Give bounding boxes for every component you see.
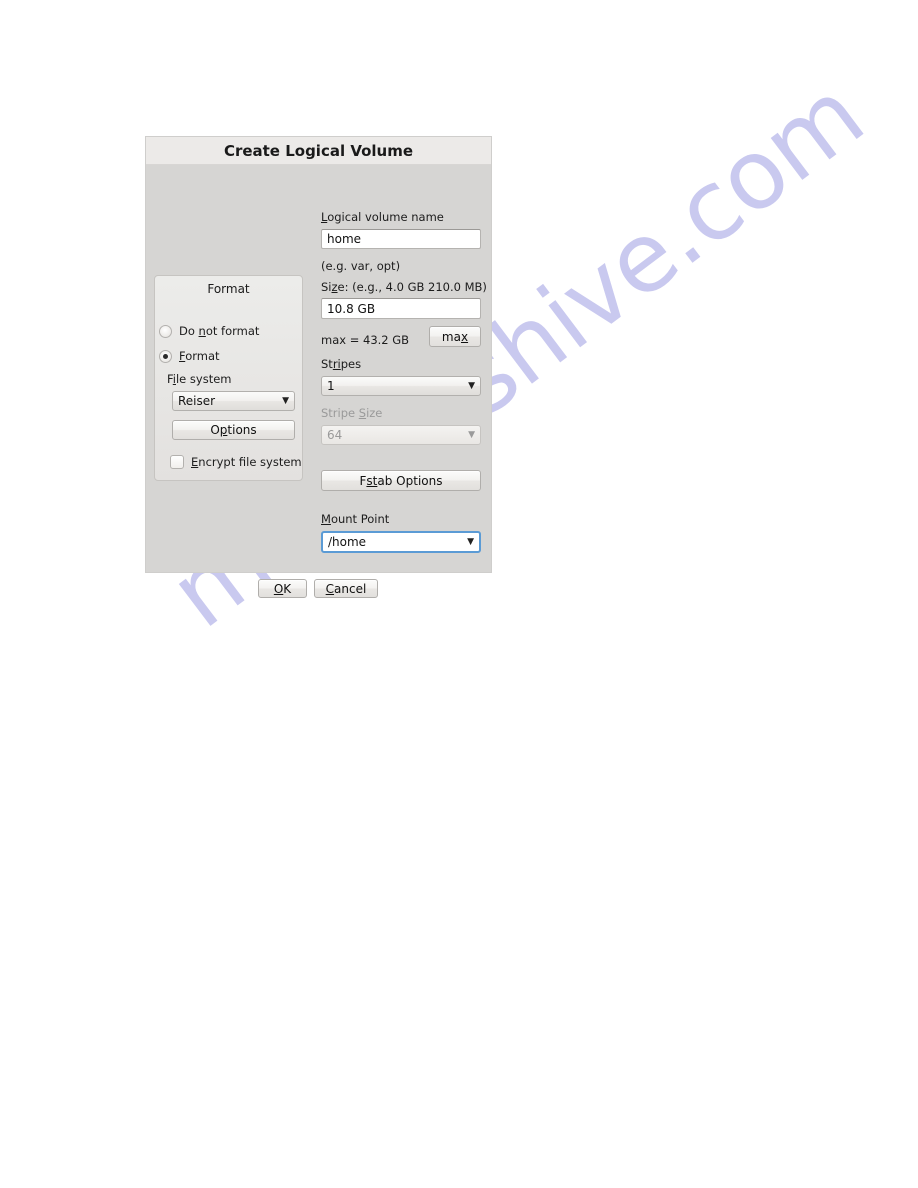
stripe-size-value: 64 xyxy=(327,428,343,442)
options-button-label: Options xyxy=(210,423,257,437)
file-system-label: File system xyxy=(167,372,232,386)
ok-button-label: OK xyxy=(273,581,292,596)
radio-do-not-format-label: Do not format xyxy=(179,324,260,338)
chevron-down-icon: ▼ xyxy=(468,380,475,391)
stripes-select[interactable]: 1 ▼ xyxy=(321,376,481,396)
ok-button[interactable]: OK xyxy=(258,579,307,598)
encrypt-file-system-label: Encrypt file system xyxy=(191,455,302,469)
chevron-down-icon: ▼ xyxy=(282,395,289,406)
fstab-options-button[interactable]: Fstab Options xyxy=(321,470,481,491)
radio-format-label: Format xyxy=(179,349,220,363)
stripe-size-label: Stripe Size xyxy=(321,406,383,420)
cancel-button-label: Cancel xyxy=(325,581,367,596)
max-button[interactable]: max xyxy=(429,326,481,347)
size-input[interactable]: 10.8 GB xyxy=(321,298,481,319)
radio-format[interactable]: Format xyxy=(159,349,220,363)
stripe-size-select: 64 ▼ xyxy=(321,425,481,445)
chevron-down-icon: ▼ xyxy=(467,536,474,547)
lv-name-value: home xyxy=(327,232,362,246)
size-value: 10.8 GB xyxy=(327,301,376,316)
lv-name-input[interactable]: home xyxy=(321,229,481,249)
max-info-label: max = 43.2 GB xyxy=(321,333,410,347)
size-label: Size: (e.g., 4.0 GB 210.0 MB) xyxy=(321,280,487,294)
dialog-title: Create Logical Volume xyxy=(223,141,414,160)
encrypt-file-system-checkbox[interactable]: Encrypt file system xyxy=(170,455,302,469)
fstab-options-label: Fstab Options xyxy=(359,473,443,488)
radio-indicator-icon xyxy=(159,349,172,363)
stripes-label: Stripes xyxy=(321,357,362,371)
create-logical-volume-dialog: Create Logical Volume Format Do not form… xyxy=(145,136,492,598)
mount-point-label: Mount Point xyxy=(321,512,390,526)
max-button-label: max xyxy=(441,329,469,344)
file-system-value: Reiser xyxy=(178,394,216,408)
page-canvas: manualshive.com Create Logical Volume Fo… xyxy=(0,0,918,1188)
filesystem-options-button[interactable]: Options xyxy=(172,420,295,440)
checkbox-indicator-icon xyxy=(170,455,184,469)
file-system-select[interactable]: Reiser ▼ xyxy=(172,391,295,411)
radio-do-not-format[interactable]: Do not format xyxy=(159,324,259,338)
dialog-titlebar: Create Logical Volume xyxy=(146,137,491,165)
format-groupbox-legend: Format xyxy=(207,282,250,296)
lv-name-hint: (e.g. var, opt) xyxy=(321,259,401,273)
cancel-button[interactable]: Cancel xyxy=(314,579,378,598)
stripes-value: 1 xyxy=(327,379,335,393)
lv-name-label: Logical volume name xyxy=(321,210,444,224)
mount-point-value: /home xyxy=(328,535,367,549)
mount-point-select[interactable]: /home ▼ xyxy=(321,531,481,553)
radio-indicator-icon xyxy=(159,324,172,338)
dialog-body: Format Do not format Format File system … xyxy=(146,165,491,598)
chevron-down-icon: ▼ xyxy=(468,429,475,440)
